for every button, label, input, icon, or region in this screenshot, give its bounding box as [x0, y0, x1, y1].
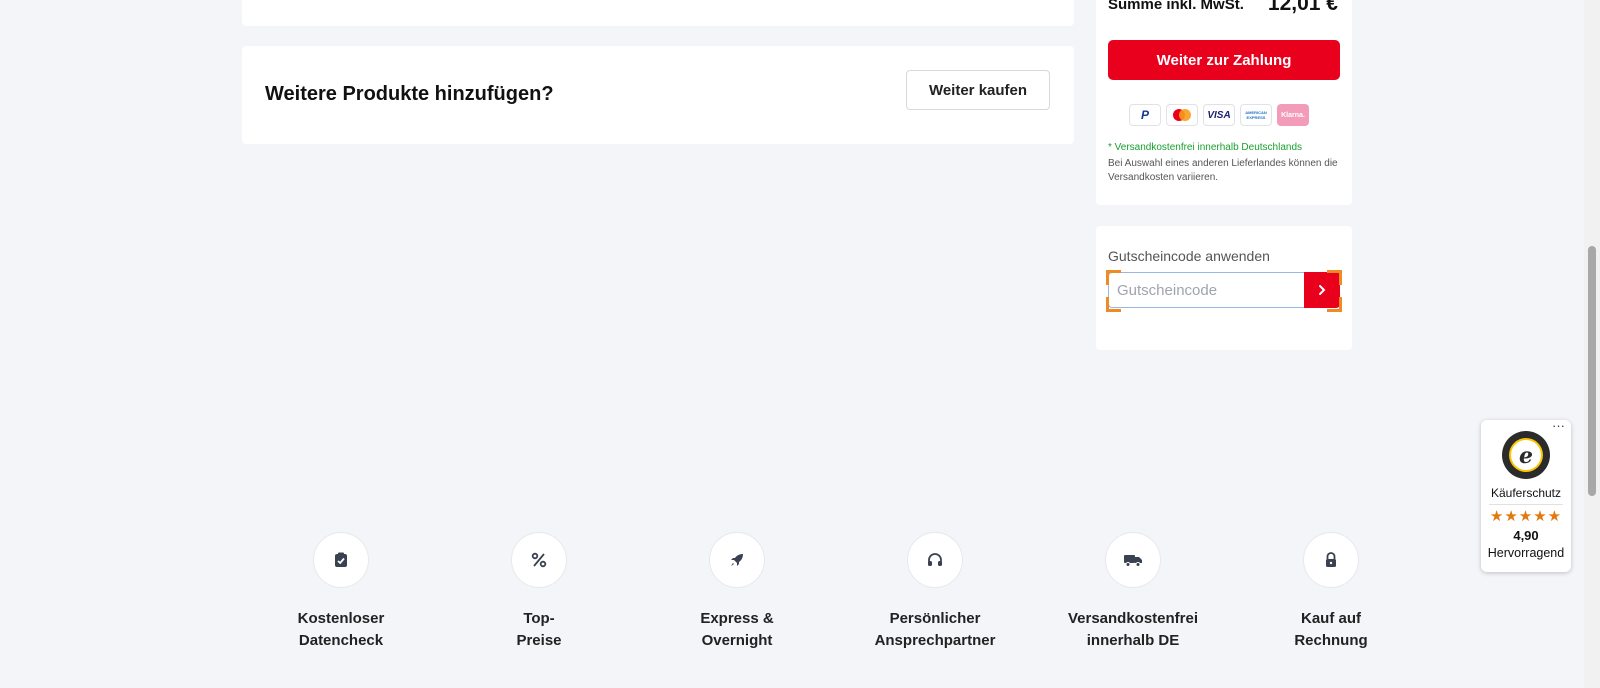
coupon-label: Gutscheincode anwenden [1108, 248, 1270, 264]
continue-shopping-button[interactable]: Weiter kaufen [906, 70, 1050, 110]
lock-icon [1303, 532, 1359, 588]
divider [1489, 504, 1563, 505]
paypal-icon: P [1129, 104, 1161, 126]
shipping-free-note: * Versandkostenfrei innerhalb Deutschlan… [1108, 142, 1303, 153]
total-label: Summe inkl. MwSt. [1108, 0, 1244, 13]
feature-item: Versandkostenfrei innerhalb DE [1034, 532, 1232, 652]
rocket-icon [709, 532, 765, 588]
visa-icon: VISA [1203, 104, 1235, 126]
truck-icon [1105, 532, 1161, 588]
coupon-code-input[interactable] [1108, 272, 1304, 308]
headphones-icon [907, 532, 963, 588]
more-options-icon[interactable]: ··· [1552, 418, 1565, 433]
trusted-shops-badge[interactable]: ··· e Käuferschutz ★★★★★ 4,90 Hervorrage… [1481, 418, 1571, 572]
feature-label: Persönlicher [889, 610, 981, 627]
rating-text: Hervorragend [1487, 546, 1565, 560]
feature-item: Kauf auf Rechnung [1232, 532, 1430, 652]
focus-corner [1327, 297, 1342, 312]
focus-corner [1106, 270, 1121, 285]
feature-label: Overnight [701, 632, 773, 649]
feature-item: Express & Overnight [638, 532, 836, 652]
payment-methods: P VISA AMERICAN EXPRESS Klarna. [1129, 104, 1309, 126]
cart-card-top [242, 0, 1074, 26]
trusted-shops-seal-icon: e [1501, 430, 1551, 480]
focus-corner [1106, 297, 1121, 312]
add-products-title: Weitere Produkte hinzufügen? [265, 83, 554, 105]
trusted-shops-label: Käuferschutz [1490, 486, 1562, 500]
clipboard-check-icon [313, 532, 369, 588]
total-value: 12,01 € [1267, 0, 1338, 15]
feature-label: Versandkostenfrei [1067, 610, 1199, 627]
features-row: Kostenloser Datencheck Top- Preise Expre… [242, 532, 1368, 672]
page-scrollbar[interactable] [1584, 0, 1600, 688]
mastercard-icon [1166, 104, 1198, 126]
scrollbar-thumb[interactable] [1588, 246, 1596, 496]
amex-icon: AMERICAN EXPRESS [1240, 104, 1272, 126]
rating-score: 4,90 [1513, 528, 1539, 543]
feature-label: Kauf auf [1301, 610, 1361, 627]
feature-label: Datencheck [298, 632, 384, 649]
order-summary-card: Summe inkl. MwSt. 12,01 € Weiter zur Zah… [1096, 0, 1352, 205]
feature-label: Ansprechpartner [874, 632, 996, 649]
feature-label: Top- [523, 610, 555, 627]
feature-label: Kostenloser [297, 610, 385, 627]
feature-label: innerhalb DE [1086, 632, 1180, 649]
feature-label: Preise [516, 632, 562, 649]
coupon-form [1106, 270, 1342, 312]
feature-item: Top- Preise [440, 532, 638, 652]
feature-label: Rechnung [1294, 632, 1368, 649]
shipping-variation-note: Bei Auswahl eines anderen Lieferlandes k… [1108, 158, 1338, 183]
feature-item: Kostenloser Datencheck [242, 532, 440, 652]
proceed-to-payment-button[interactable]: Weiter zur Zahlung [1108, 40, 1340, 80]
coupon-card: Gutscheincode anwenden [1096, 226, 1352, 350]
svg-text:e: e [1519, 443, 1533, 469]
feature-item: Persönlicher Ansprechpartner [836, 532, 1034, 652]
rating-stars: ★★★★★ [1489, 508, 1563, 525]
percent-icon [511, 532, 567, 588]
feature-label: Express & [700, 610, 774, 627]
klarna-icon: Klarna. [1277, 104, 1309, 126]
focus-corner [1327, 270, 1342, 285]
add-products-card: Weitere Produkte hinzufügen? Weiter kauf… [242, 46, 1074, 144]
